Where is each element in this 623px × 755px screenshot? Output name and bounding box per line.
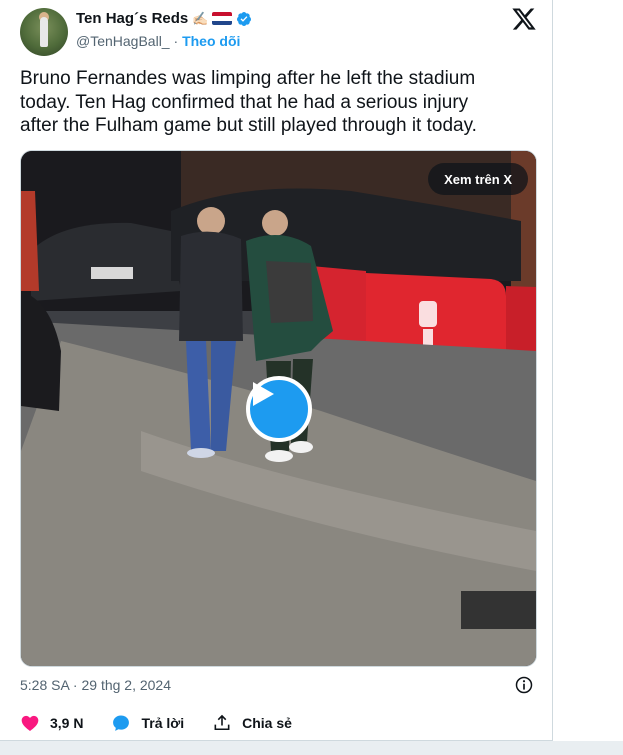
like-count: 3,9 N xyxy=(50,715,84,731)
avatar[interactable] xyxy=(20,8,68,56)
tweet-card: Ten Hag´s Reds ✍🏻 @TenHagBall_ · Theo dõ… xyxy=(0,0,553,741)
separator-dot: · xyxy=(173,33,179,49)
follow-button[interactable]: Theo dõi xyxy=(182,33,240,49)
reply-button[interactable]: Trả lời xyxy=(111,713,184,733)
netherlands-flag-icon xyxy=(212,12,233,25)
author-name[interactable]: Ten Hag´s Reds xyxy=(76,10,188,27)
tweet-text: Bruno Fernandes was limping after he lef… xyxy=(20,68,477,136)
info-icon[interactable] xyxy=(514,675,534,695)
heart-icon xyxy=(21,715,39,731)
share-button[interactable]: Chia sẻ xyxy=(212,713,292,733)
share-icon xyxy=(214,714,230,731)
writing-hand-emoji: ✍🏻 xyxy=(192,10,209,26)
share-label: Chia sẻ xyxy=(242,715,292,731)
play-icon xyxy=(253,382,274,406)
verified-badge-icon xyxy=(237,11,252,26)
author-handle[interactable]: @TenHagBall_ xyxy=(76,33,170,49)
page-bottom-strip xyxy=(0,741,623,755)
play-button[interactable] xyxy=(246,376,312,442)
reply-label: Trả lời xyxy=(141,715,185,731)
tweet-actions: 3,9 N Trả lời Chia sẻ xyxy=(20,713,320,733)
handle-row: @TenHagBall_ · Theo dõi xyxy=(76,33,240,49)
like-button[interactable]: 3,9 N xyxy=(20,713,83,733)
x-logo-icon[interactable] xyxy=(510,6,538,32)
video-player[interactable]: Xem trên X xyxy=(20,150,537,667)
reply-icon xyxy=(113,715,130,731)
author-name-row: Ten Hag´s Reds ✍🏻 xyxy=(76,10,252,27)
watch-on-x-button[interactable]: Xem trên X xyxy=(428,163,528,195)
tweet-timestamp[interactable]: 5:28 SA · 29 thg 2, 2024 xyxy=(20,677,171,693)
